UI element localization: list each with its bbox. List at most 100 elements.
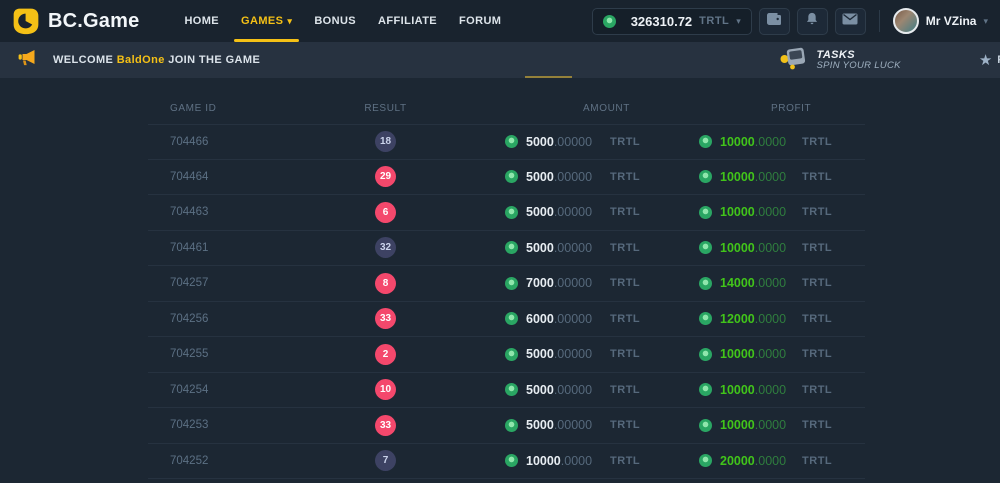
trtl-coin-icon <box>505 454 518 467</box>
amount-dec: .00000 <box>554 418 592 432</box>
amount-int: 5000 <box>526 241 554 255</box>
chevron-down-icon: ▾ <box>287 16 292 27</box>
profit-dec: .0000 <box>755 205 786 219</box>
amount-currency: TRTL <box>610 206 640 218</box>
result-cell: 2 <box>328 344 443 365</box>
profit-dec: .0000 <box>755 347 786 361</box>
messages-button[interactable] <box>835 8 866 35</box>
amount-int: 10000 <box>526 454 561 468</box>
profit-int: 10000 <box>720 418 755 432</box>
balance-selector[interactable]: 326310.72 TRTL ▾ <box>592 8 752 35</box>
table-row[interactable]: 704464 29 5000.00000 TRTL 10000.0000 TRT… <box>148 160 865 196</box>
result-badge: 8 <box>375 273 396 294</box>
table-header-row: GAME ID RESULT AMOUNT PROFIT <box>148 92 865 124</box>
table-row[interactable]: 704255 2 5000.00000 TRTL 10000.0000 TRTL <box>148 337 865 373</box>
result-badge: 2 <box>375 344 396 365</box>
table-row[interactable]: 704257 8 7000.00000 TRTL 14000.0000 TRTL <box>148 266 865 302</box>
result-badge: 10 <box>375 379 396 400</box>
bcgame-logo-icon <box>12 7 40 35</box>
result-badge: 29 <box>375 166 396 187</box>
topbar-right-section: 326310.72 TRTL ▾ Mr VZina ▾ <box>592 8 988 35</box>
profit-currency: TRTL <box>802 313 832 325</box>
trtl-coin-icon <box>699 241 712 254</box>
game-id-cell: 704255 <box>148 348 328 360</box>
nav-forum[interactable]: FORUM <box>448 0 512 42</box>
profit-dec: .0000 <box>755 170 786 184</box>
nav-home[interactable]: HOME <box>173 0 230 42</box>
profit-int: 12000 <box>720 312 755 326</box>
profit-currency: TRTL <box>802 384 832 396</box>
trtl-coin-icon <box>699 383 712 396</box>
profit-dec: .0000 <box>755 276 786 290</box>
banner-scroll-indicator <box>525 76 572 78</box>
trtl-coin-icon <box>699 135 712 148</box>
trtl-coin-icon <box>699 277 712 290</box>
profit-int: 14000 <box>720 276 755 290</box>
user-menu[interactable]: Mr VZina ▾ <box>893 8 988 34</box>
result-badge: 33 <box>375 308 396 329</box>
tasks-subtitle: SPIN YOUR LUCK <box>817 61 901 71</box>
tasks-link[interactable]: TASKS SPIN YOUR LUCK <box>779 46 901 75</box>
profit-cell: 10000.0000 TRTL <box>663 347 865 361</box>
amount-dec: .00000 <box>554 241 592 255</box>
chevron-down-icon: ▾ <box>736 16 741 27</box>
table-row[interactable]: 704463 6 5000.00000 TRTL 10000.0000 TRTL <box>148 195 865 231</box>
header-game-id: GAME ID <box>148 103 328 114</box>
game-id-cell: 704252 <box>148 455 328 467</box>
main-nav: HOME GAMES▾ BONUS AFFILIATE FORUM <box>173 0 512 42</box>
chevron-down-icon: ▾ <box>983 16 988 27</box>
amount-cell: 5000.00000 TRTL <box>443 170 663 184</box>
profit-cell: 10000.0000 TRTL <box>663 170 865 184</box>
result-badge: 7 <box>375 450 396 471</box>
result-badge: 33 <box>375 415 396 436</box>
user-name: Mr VZina <box>926 14 977 28</box>
trtl-coin-icon <box>603 15 616 28</box>
welcome-message: WELCOME BaldOne JOIN THE GAME <box>16 49 260 72</box>
trtl-coin-icon <box>505 348 518 361</box>
amount-currency: TRTL <box>610 136 640 148</box>
result-badge: 6 <box>375 202 396 223</box>
brand-logo[interactable]: BC.Game <box>12 7 139 35</box>
profit-int: 10000 <box>720 347 755 361</box>
trtl-coin-icon <box>699 170 712 183</box>
profit-cell: 20000.0000 TRTL <box>663 454 865 468</box>
result-cell: 33 <box>328 308 443 329</box>
header-result: RESULT <box>328 103 443 114</box>
nav-affiliate[interactable]: AFFILIATE <box>367 0 448 42</box>
profit-currency: TRTL <box>802 136 832 148</box>
profit-cell: 14000.0000 TRTL <box>663 276 865 290</box>
tasks-title: TASKS <box>817 49 901 61</box>
nav-games[interactable]: GAMES▾ <box>230 0 303 42</box>
amount-dec: .0000 <box>561 454 592 468</box>
amount-cell: 5000.00000 TRTL <box>443 205 663 219</box>
table-row[interactable]: 704466 18 5000.00000 TRTL 10000.0000 TRT… <box>148 124 865 160</box>
trtl-coin-icon <box>699 419 712 432</box>
table-row[interactable]: 704254 10 5000.00000 TRTL 10000.0000 TRT… <box>148 373 865 409</box>
profit-currency: TRTL <box>802 277 832 289</box>
profit-dec: .0000 <box>755 312 786 326</box>
profit-cell: 10000.0000 TRTL <box>663 383 865 397</box>
trtl-coin-icon <box>505 419 518 432</box>
star-icon: ★ <box>979 51 992 69</box>
amount-dec: .00000 <box>554 276 592 290</box>
game-id-cell: 704461 <box>148 242 328 254</box>
table-row[interactable]: 704252 7 10000.0000 TRTL 20000.0000 TRTL <box>148 444 865 480</box>
amount-dec: .00000 <box>554 312 592 326</box>
game-id-cell: 704466 <box>148 136 328 148</box>
profit-dec: .0000 <box>755 135 786 149</box>
profit-cell: 10000.0000 TRTL <box>663 205 865 219</box>
trtl-coin-icon <box>505 170 518 183</box>
profit-currency: TRTL <box>802 206 832 218</box>
result-cell: 33 <box>328 415 443 436</box>
nav-bonus[interactable]: BONUS <box>303 0 367 42</box>
table-row[interactable]: 704256 33 6000.00000 TRTL 12000.0000 TRT… <box>148 302 865 338</box>
table-row[interactable]: 704461 32 5000.00000 TRTL 10000.0000 TRT… <box>148 231 865 267</box>
game-id-cell: 704257 <box>148 277 328 289</box>
game-id-cell: 704253 <box>148 419 328 431</box>
table-row[interactable]: 704253 33 5000.00000 TRTL 10000.0000 TRT… <box>148 408 865 444</box>
notifications-button[interactable] <box>797 8 828 35</box>
profit-dec: .0000 <box>755 383 786 397</box>
wallet-button[interactable] <box>759 8 790 35</box>
favorites-link[interactable]: ★ F <box>979 51 1000 69</box>
welcome-banner: WELCOME BaldOne JOIN THE GAME TASKS SPIN… <box>0 42 1000 78</box>
